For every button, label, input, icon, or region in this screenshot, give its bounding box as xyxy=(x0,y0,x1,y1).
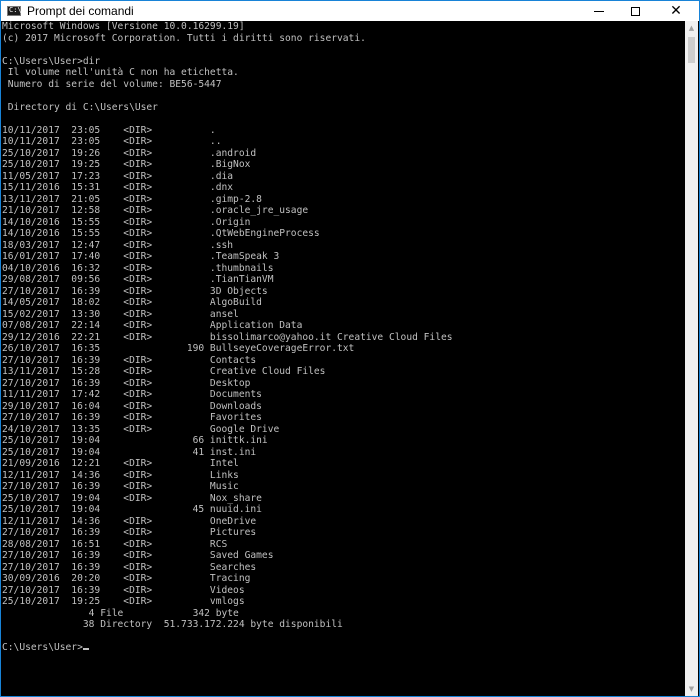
close-icon: ✕ xyxy=(670,3,682,19)
console-line: 25/10/2017 19:04 41 inst.ini xyxy=(2,446,257,458)
console-line: 28/08/2017 16:51 <DIR> RCS xyxy=(2,538,228,550)
console-line: 27/10/2017 16:39 <DIR> Searches xyxy=(2,561,257,573)
scroll-up-arrow-icon[interactable]: ▲ xyxy=(685,21,698,35)
console-line: Microsoft Windows [Versione 10.0.16299.1… xyxy=(2,21,245,32)
console-line: 12/11/2017 14:36 <DIR> OneDrive xyxy=(2,515,257,527)
console-line: 25/10/2017 19:04 45 nuuid.ini xyxy=(2,504,262,515)
console-line: 15/02/2017 13:30 <DIR> ansel xyxy=(2,308,239,320)
console-line: 25/10/2017 19:25 <DIR> .BigNox xyxy=(2,159,251,170)
console-output[interactable]: Microsoft Windows [Versione 10.0.16299.1… xyxy=(2,21,686,696)
console-line: 18/03/2017 12:47 <DIR> .ssh xyxy=(2,239,234,251)
console-line: 16/01/2017 17:40 <DIR> .TeamSpeak 3 xyxy=(2,251,280,262)
console-line: 29/08/2017 09:56 <DIR> .TianTianVM xyxy=(2,274,274,285)
console-line: 26/10/2017 16:35 190 BullseyeCoverageErr… xyxy=(2,343,355,354)
console-line: 25/10/2017 19:25 <DIR> vmlogs xyxy=(2,596,245,607)
close-button[interactable]: ✕ xyxy=(653,1,699,21)
console-line: 29/10/2017 16:04 <DIR> Downloads xyxy=(2,400,262,412)
console-line: 25/10/2017 19:26 <DIR> .android xyxy=(2,147,257,159)
window-title: Prompt dei comandi xyxy=(27,4,134,18)
console-line: 27/10/2017 16:39 <DIR> Music xyxy=(2,481,239,492)
maximize-button[interactable] xyxy=(617,1,653,21)
console-line: 27/10/2017 16:39 <DIR> Desktop xyxy=(2,377,251,389)
console-line: 27/10/2017 16:39 <DIR> Saved Games xyxy=(2,550,274,561)
minimize-button[interactable] xyxy=(581,1,617,21)
command-prompt-window: C:\ Prompt dei comandi ✕ Microsoft Windo… xyxy=(0,0,700,697)
console-line: 27/10/2017 16:39 <DIR> Videos xyxy=(2,584,245,596)
console-line: Numero di serie del volume: BE56-5447 xyxy=(2,78,222,90)
console-line: (c) 2017 Microsoft Corporation. Tutti i … xyxy=(2,32,366,44)
console-line: 12/11/2017 14:36 <DIR> Links xyxy=(2,469,239,481)
console-line: 10/11/2017 23:05 <DIR> . xyxy=(2,124,216,136)
console-line: 27/10/2017 16:39 <DIR> Favorites xyxy=(2,412,262,423)
console-line: 04/10/2016 16:32 <DIR> .thumbnails xyxy=(2,262,274,274)
console-line: 14/05/2017 18:02 <DIR> AlgoBuild xyxy=(2,297,262,308)
console-line: 27/10/2017 16:39 <DIR> Contacts xyxy=(2,354,257,366)
console-line: 13/11/2017 21:05 <DIR> .gimp-2.8 xyxy=(2,193,262,205)
console-line: 14/10/2016 15:55 <DIR> .QtWebEngineProce… xyxy=(2,228,320,239)
console-line: 24/10/2017 13:35 <DIR> Google Drive xyxy=(2,423,280,435)
console-line: 30/09/2016 20:20 <DIR> Tracing xyxy=(2,573,251,584)
console-line: 29/12/2016 22:21 <DIR> bissolimarco@yaho… xyxy=(2,331,453,343)
console-line: 25/10/2017 19:04 <DIR> Nox_share xyxy=(2,492,262,504)
title-bar[interactable]: C:\ Prompt dei comandi ✕ xyxy=(1,1,699,21)
console-line: 21/09/2016 12:21 <DIR> Intel xyxy=(2,458,239,469)
console-line: Il volume nell'unità C non ha etichetta. xyxy=(2,67,239,78)
console-line: C:\Users\User>dir xyxy=(2,55,101,67)
console-line: 38 Directory 51.733.172.224 byte disponi… xyxy=(2,619,343,630)
console-line: 14/10/2016 15:55 <DIR> .Origin xyxy=(2,216,251,228)
command-prompt-icon-label: C:\ xyxy=(9,6,22,14)
console-line: Directory di C:\Users\User xyxy=(2,101,158,113)
console-line: 21/10/2017 12:58 <DIR> .oracle_jre_usage xyxy=(2,205,309,216)
scrollbar-thumb[interactable] xyxy=(688,37,695,63)
console-line: 27/10/2017 16:39 <DIR> 3D Objects xyxy=(2,285,268,297)
maximize-icon xyxy=(630,6,640,16)
console-line: 4 File 342 byte xyxy=(2,607,239,619)
console-line: 15/11/2016 15:31 <DIR> .dnx xyxy=(2,182,234,193)
console-line: 11/05/2017 17:23 <DIR> .dia xyxy=(2,170,234,182)
console-line: 11/11/2017 17:42 <DIR> Documents xyxy=(2,389,262,400)
console-line: 07/08/2017 22:14 <DIR> Application Data xyxy=(2,320,303,331)
text-cursor xyxy=(82,648,89,650)
command-prompt-icon[interactable]: C:\ xyxy=(7,6,22,16)
console-line: 25/10/2017 19:04 66 inittk.ini xyxy=(2,435,268,446)
console-line: 27/10/2017 16:39 <DIR> Pictures xyxy=(2,527,257,538)
vertical-scrollbar[interactable]: ▲ ▼ xyxy=(685,21,698,696)
console-line: 10/11/2017 23:05 <DIR> .. xyxy=(2,136,222,147)
console-line: C:\Users\User> xyxy=(2,642,686,654)
console-line: 13/11/2017 15:28 <DIR> Creative Cloud Fi… xyxy=(2,366,326,377)
minimize-icon xyxy=(594,10,604,12)
scroll-down-arrow-icon[interactable]: ▼ xyxy=(685,682,698,696)
